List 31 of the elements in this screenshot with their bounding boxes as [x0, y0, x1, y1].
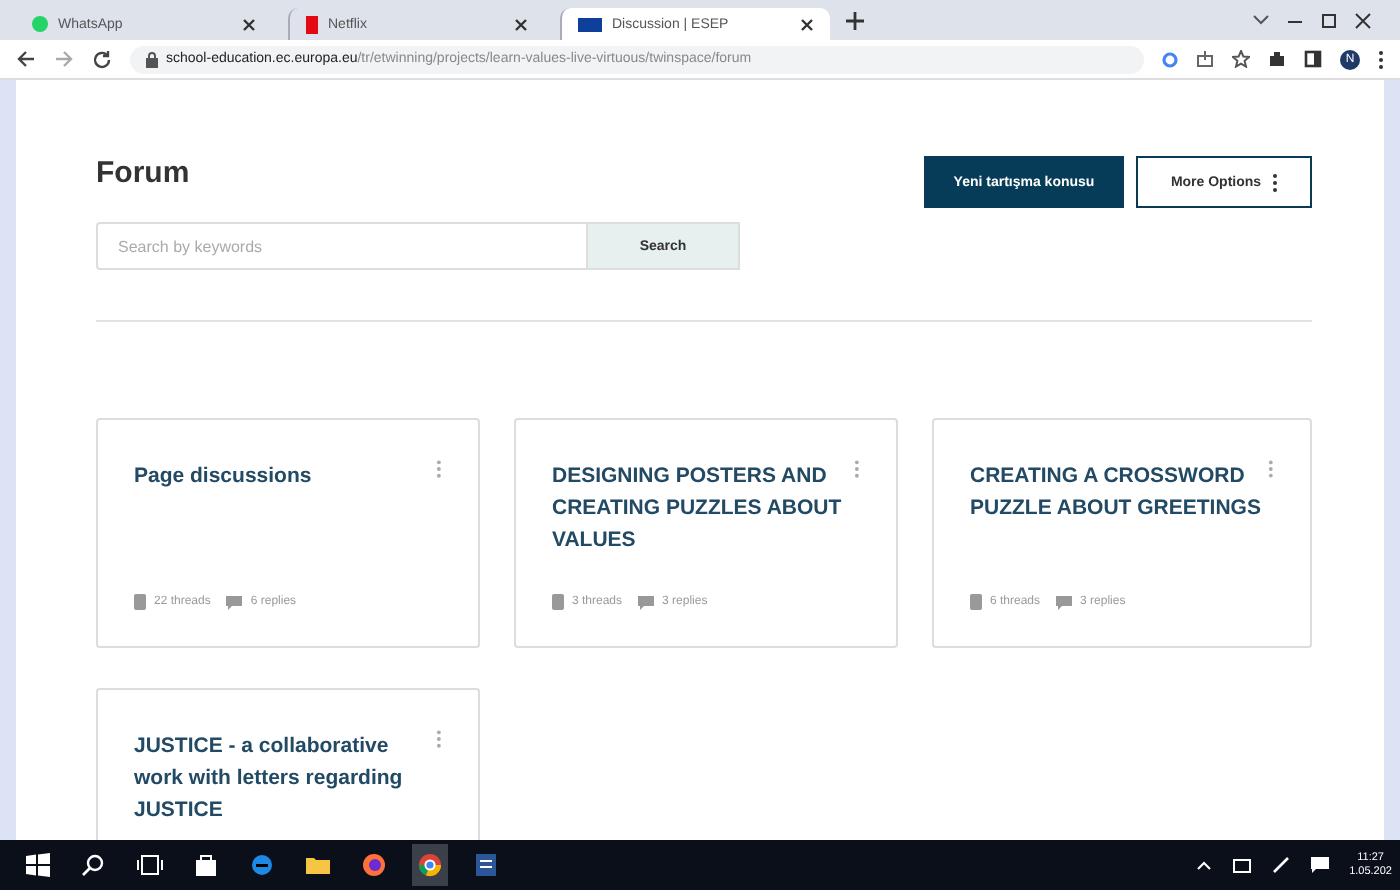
reload-icon[interactable]: [92, 49, 112, 69]
restore-icon[interactable]: [1320, 11, 1338, 29]
document-icon: [970, 594, 982, 610]
search-field[interactable]: Search by keywords: [96, 222, 586, 270]
document-icon: [134, 594, 146, 610]
forum-title[interactable]: Page discussions: [134, 460, 437, 492]
close-icon[interactable]: [800, 17, 814, 31]
new-tab-icon[interactable]: [846, 11, 864, 29]
flag-icon: [578, 17, 602, 31]
menu-icon[interactable]: [1378, 49, 1384, 69]
share-icon[interactable]: [1196, 50, 1214, 68]
forum-title[interactable]: CREATING A CROSSWORD PUZZLE ABOUT GREETINGS: [970, 460, 1269, 524]
lock-icon: [146, 51, 158, 67]
close-icon[interactable]: [1354, 11, 1372, 29]
network-icon[interactable]: [1231, 857, 1252, 873]
close-icon[interactable]: [514, 17, 528, 31]
star-icon[interactable]: [1232, 50, 1250, 68]
notification-icon[interactable]: [1309, 856, 1330, 874]
pen-icon[interactable]: [1271, 856, 1290, 874]
kebab-icon: [1271, 173, 1278, 191]
chevron-down-icon[interactable]: [1252, 14, 1270, 26]
close-icon[interactable]: [242, 17, 256, 31]
chevron-up-icon[interactable]: [1195, 860, 1212, 870]
puzzle-icon[interactable]: [1268, 50, 1286, 68]
forum-title[interactable]: DESIGNING POSTERS AND CREATING PUZZLES ABOUT VALUES: [552, 460, 855, 556]
back-arrow-icon[interactable]: [16, 50, 36, 68]
page-title: Forum: [96, 154, 192, 194]
document-icon: [552, 594, 564, 610]
forum-title[interactable]: JUSTICE - a collaborative work with letters regarding JUSTICE: [134, 730, 437, 826]
round-logo-icon[interactable]: [412, 844, 448, 886]
sidebar-icon[interactable]: [1304, 50, 1322, 68]
